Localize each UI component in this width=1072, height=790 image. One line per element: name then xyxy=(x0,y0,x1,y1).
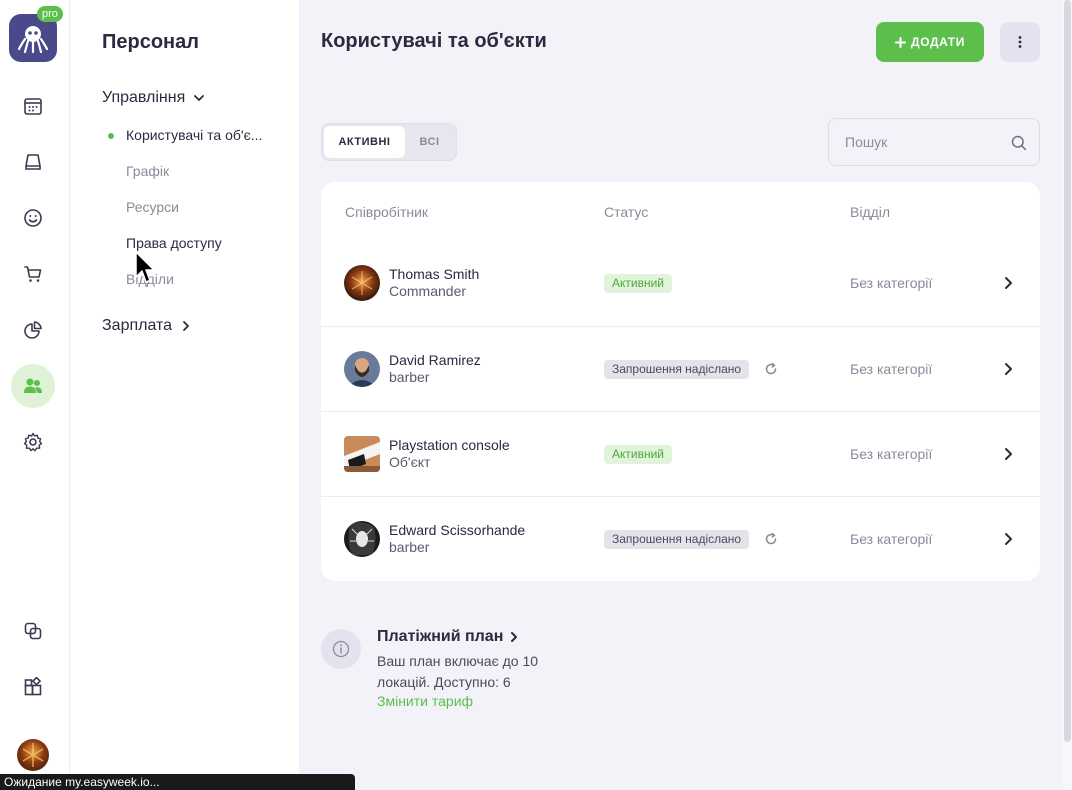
payment-plan-description: Ваш план включає до 10 локацій. Доступно… xyxy=(377,653,539,690)
filter-tabs: АКТИВНІ ВСІ xyxy=(321,123,457,161)
row-role: barber xyxy=(389,539,430,555)
chevron-right-icon xyxy=(183,321,189,331)
salary-label: Зарплата xyxy=(102,317,173,334)
section-title: Персонал xyxy=(102,31,199,53)
row-role: barber xyxy=(389,369,430,385)
inbox-icon xyxy=(25,154,41,170)
smiley-icon xyxy=(24,209,42,227)
subnav-item-resources[interactable]: Ресурси xyxy=(126,199,179,215)
more-options-button[interactable] xyxy=(1000,22,1040,62)
row-name: Playstation console xyxy=(389,437,510,453)
avatar xyxy=(344,351,380,387)
nav-shop[interactable] xyxy=(11,252,55,296)
avatar-image xyxy=(344,351,380,387)
nav-integrations[interactable] xyxy=(11,665,55,709)
change-plan-link[interactable]: Змінити тариф xyxy=(377,693,473,709)
avatar-image xyxy=(344,265,380,301)
column-header-employee: Співробітник xyxy=(345,204,429,220)
table-row[interactable]: Edward Scissorhande barber Запрошення на… xyxy=(321,496,1040,581)
nav-calendar[interactable] xyxy=(11,84,55,128)
main-content: Користувачі та об'єкти ДОДАТИ АКТИВНІ ВС… xyxy=(299,0,1063,790)
pie-chart-icon xyxy=(24,321,42,339)
management-group[interactable]: Управління xyxy=(102,89,205,107)
payment-plan-link[interactable]: Платіжний план xyxy=(377,628,519,646)
row-name: David Ramirez xyxy=(389,352,481,368)
nav-inbox[interactable] xyxy=(11,140,55,184)
staff-table: Співробітник Статус Відділ Thomas Smith … xyxy=(321,182,1040,581)
row-name: Edward Scissorhande xyxy=(389,522,526,538)
resend-icon[interactable] xyxy=(764,362,778,376)
pro-badge: pro xyxy=(37,6,63,22)
scrollbar-thumb[interactable] xyxy=(1064,0,1071,742)
chevron-right-icon xyxy=(511,632,518,642)
users-icon xyxy=(24,378,42,393)
subnav-item-users[interactable]: Користувачі та об'є... xyxy=(126,127,262,143)
avatar xyxy=(344,521,380,557)
nav-copy[interactable] xyxy=(11,609,55,653)
table-row[interactable]: David Ramirez barber Запрошення надіслан… xyxy=(321,326,1040,411)
subnav-item-schedule[interactable]: Графік xyxy=(126,163,169,179)
resend-icon[interactable] xyxy=(764,532,778,546)
nav-staff[interactable] xyxy=(11,364,55,408)
avatar-image xyxy=(344,436,380,472)
calendar-icon xyxy=(24,98,42,115)
plus-icon xyxy=(895,36,907,48)
secondary-nav: Персонал Управління Користувачі та об'є.… xyxy=(70,0,299,790)
avatar xyxy=(344,436,380,472)
tab-active[interactable]: АКТИВНІ xyxy=(324,126,405,158)
chevron-right-icon[interactable] xyxy=(1001,275,1015,291)
row-name: Thomas Smith xyxy=(389,266,480,282)
cart-icon xyxy=(24,266,42,282)
info-icon xyxy=(321,629,361,669)
row-department: Без категорії xyxy=(850,275,933,291)
user-avatar[interactable] xyxy=(17,739,49,771)
payment-plan-title: Платіжний план xyxy=(377,628,504,645)
browser-status-bar: Ожидание my.easyweek.io... xyxy=(0,774,355,790)
add-button-label: ДОДАТИ xyxy=(911,35,965,49)
page-title: Користувачі та об'єкти xyxy=(321,30,547,52)
chevron-right-icon[interactable] xyxy=(1001,361,1015,377)
row-role: Об'єкт xyxy=(389,454,431,470)
chevron-right-icon[interactable] xyxy=(1001,531,1015,547)
nav-settings[interactable] xyxy=(11,420,55,464)
add-button[interactable]: ДОДАТИ xyxy=(876,22,984,62)
more-vertical-icon xyxy=(1018,36,1022,48)
avatar xyxy=(344,265,380,301)
table-row[interactable]: Playstation console Об'єкт Активний Без … xyxy=(321,411,1040,496)
chevron-right-icon[interactable] xyxy=(1001,446,1015,462)
salary-group[interactable]: Зарплата xyxy=(102,317,192,335)
icon-rail: pro xyxy=(0,0,70,790)
search-box xyxy=(828,118,1040,166)
avatar-image xyxy=(22,743,44,767)
gear-icon xyxy=(23,432,43,452)
row-department: Без категорії xyxy=(850,361,933,377)
column-header-department: Відділ xyxy=(850,204,891,220)
chevron-down-icon xyxy=(194,95,205,101)
copy-icon xyxy=(24,622,42,640)
row-department: Без категорії xyxy=(850,531,933,547)
octopus-logo-icon xyxy=(17,26,49,54)
tab-all[interactable]: ВСІ xyxy=(405,126,454,158)
status-badge: Запрошення надіслано xyxy=(604,530,750,549)
search-icon[interactable] xyxy=(1011,135,1027,151)
row-department: Без категорії xyxy=(850,446,933,462)
nav-analytics[interactable] xyxy=(11,308,55,352)
mouse-cursor-icon xyxy=(135,251,155,283)
subnav-item-access-rights[interactable]: Права доступу xyxy=(126,235,222,251)
management-label: Управління xyxy=(102,89,186,106)
status-badge: Запрошення надіслано xyxy=(604,360,750,379)
status-badge: Активний xyxy=(604,445,672,464)
apps-icon xyxy=(24,677,42,696)
search-input[interactable] xyxy=(829,119,1039,165)
row-role: Commander xyxy=(389,283,467,299)
active-dot xyxy=(108,133,114,139)
avatar-image xyxy=(344,521,380,557)
status-badge: Активний xyxy=(604,274,672,293)
column-header-status: Статус xyxy=(604,204,649,220)
table-row[interactable]: Thomas Smith Commander Активний Без кате… xyxy=(321,241,1040,326)
nav-clients[interactable] xyxy=(11,196,55,240)
